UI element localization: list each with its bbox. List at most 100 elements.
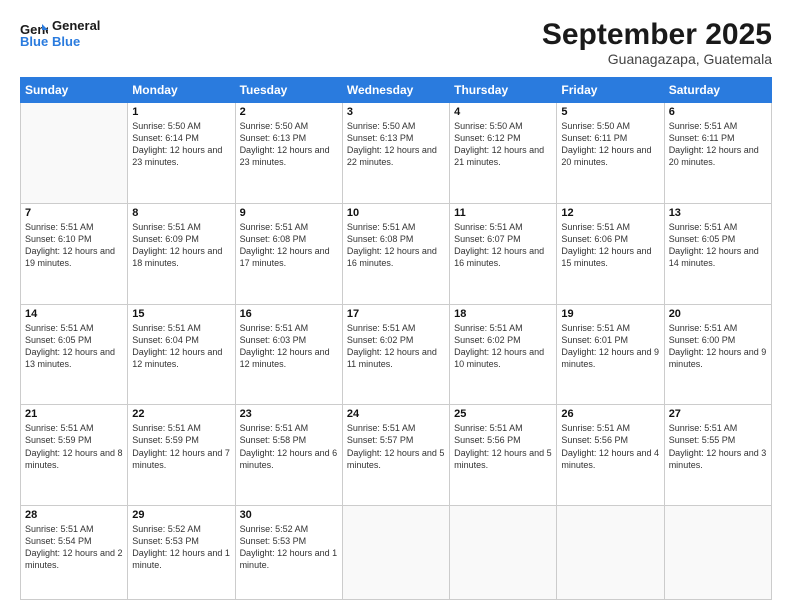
day-info: Sunrise: 5:52 AM Sunset: 5:53 PM Dayligh…	[132, 523, 230, 572]
weekday-header: Friday	[557, 78, 664, 103]
calendar-cell: 10 Sunrise: 5:51 AM Sunset: 6:08 PM Dayli…	[342, 203, 449, 304]
calendar-cell: 4Sunrise: 5:50 AM Sunset: 6:12 PM Daylig…	[450, 103, 557, 204]
calendar-cell	[342, 506, 449, 600]
day-info: Sunrise: 5:51 AM Sunset: 5:58 PM Dayligh…	[240, 422, 338, 471]
logo-line2: Blue	[52, 34, 100, 50]
day-number: 7	[25, 207, 123, 219]
day-info: Sunrise: 5:51 AM Sunset: 5:56 PM Dayligh…	[454, 422, 552, 471]
calendar-cell: 5Sunrise: 5:50 AM Sunset: 6:11 PM Daylig…	[557, 103, 664, 204]
day-info: Sunrise: 5:51 AM Sunset: 5:59 PM Dayligh…	[132, 422, 230, 471]
day-info: Sunrise: 5:50 AM Sunset: 6:13 PM Dayligh…	[240, 120, 338, 169]
day-number: 9	[240, 207, 338, 219]
calendar-cell: 18Sunrise: 5:51 AM Sunset: 6:02 PM Dayli…	[450, 304, 557, 405]
day-info: Sunrise: 5:51 AM Sunset: 6:00 PM Dayligh…	[669, 322, 767, 371]
calendar-cell: 13Sunrise: 5:51 AM Sunset: 6:05 PM Dayli…	[664, 203, 771, 304]
day-info: Sunrise: 5:51 AM Sunset: 6:05 PM Dayligh…	[25, 322, 123, 371]
day-number: 30	[240, 509, 338, 521]
day-number: 2	[240, 106, 338, 118]
weekday-header: Thursday	[450, 78, 557, 103]
weekday-header: Monday	[128, 78, 235, 103]
calendar-cell: 19 Sunrise: 5:51 AM Sunset: 6:01 PM Dayli…	[557, 304, 664, 405]
calendar-cell: 11Sunrise: 5:51 AM Sunset: 6:07 PM Dayli…	[450, 203, 557, 304]
day-number: 14	[25, 308, 123, 320]
day-number: 11	[454, 207, 552, 219]
day-number: 12	[561, 207, 659, 219]
day-info: Sunrise: 5:51 AM Sunset: 6:08 PM Dayligh…	[240, 221, 338, 270]
calendar-table: SundayMondayTuesdayWednesdayThursdayFrid…	[20, 77, 772, 600]
page: General Blue General Blue September 2025…	[0, 0, 792, 612]
calendar-cell: 1Sunrise: 5:50 AM Sunset: 6:14 PM Daylig…	[128, 103, 235, 204]
day-info: Sunrise: 5:51 AM Sunset: 6:08 PM Dayligh…	[347, 221, 445, 270]
day-number: 23	[240, 408, 338, 420]
calendar-week-row: 14 Sunrise: 5:51 AM Sunset: 6:05 PM Dayli…	[21, 304, 772, 405]
day-info: Sunrise: 5:51 AM Sunset: 5:57 PM Dayligh…	[347, 422, 445, 471]
day-info: Sunrise: 5:51 AM Sunset: 6:11 PM Dayligh…	[669, 120, 767, 169]
day-info: Sunrise: 5:51 AM Sunset: 6:04 PM Dayligh…	[132, 322, 230, 371]
day-info: Sunrise: 5:50 AM Sunset: 6:13 PM Dayligh…	[347, 120, 445, 169]
calendar-cell	[557, 506, 664, 600]
location: Guanagazapa, Guatemala	[542, 51, 772, 67]
calendar-week-row: 28Sunrise: 5:51 AM Sunset: 5:54 PM Dayli…	[21, 506, 772, 600]
logo-line1: General	[52, 18, 100, 34]
logo: General Blue General Blue	[20, 18, 100, 49]
calendar-cell: 27 Sunrise: 5:51 AM Sunset: 5:55 PM Dayli…	[664, 405, 771, 506]
day-number: 17	[347, 308, 445, 320]
day-number: 6	[669, 106, 767, 118]
weekday-header: Tuesday	[235, 78, 342, 103]
day-number: 29	[132, 509, 230, 521]
day-info: Sunrise: 5:51 AM Sunset: 6:02 PM Dayligh…	[347, 322, 445, 371]
day-number: 20	[669, 308, 767, 320]
day-number: 8	[132, 207, 230, 219]
calendar-cell: 12 Sunrise: 5:51 AM Sunset: 6:06 PM Dayli…	[557, 203, 664, 304]
day-number: 1	[132, 106, 230, 118]
title-block: September 2025 Guanagazapa, Guatemala	[542, 18, 772, 67]
day-info: Sunrise: 5:51 AM Sunset: 6:01 PM Dayligh…	[561, 322, 659, 371]
day-number: 10	[347, 207, 445, 219]
weekday-header: Wednesday	[342, 78, 449, 103]
day-info: Sunrise: 5:51 AM Sunset: 6:06 PM Dayligh…	[561, 221, 659, 270]
day-number: 25	[454, 408, 552, 420]
calendar-cell	[21, 103, 128, 204]
calendar-cell: 3 Sunrise: 5:50 AM Sunset: 6:13 PM Daylig…	[342, 103, 449, 204]
month-title: September 2025	[542, 18, 772, 51]
day-info: Sunrise: 5:51 AM Sunset: 6:03 PM Dayligh…	[240, 322, 338, 371]
calendar-cell: 29 Sunrise: 5:52 AM Sunset: 5:53 PM Dayli…	[128, 506, 235, 600]
calendar-cell: 15Sunrise: 5:51 AM Sunset: 6:04 PM Dayli…	[128, 304, 235, 405]
calendar-cell: 2 Sunrise: 5:50 AM Sunset: 6:13 PM Daylig…	[235, 103, 342, 204]
calendar-cell: 9 Sunrise: 5:51 AM Sunset: 6:08 PM Daylig…	[235, 203, 342, 304]
calendar-cell: 25 Sunrise: 5:51 AM Sunset: 5:56 PM Dayli…	[450, 405, 557, 506]
day-info: Sunrise: 5:52 AM Sunset: 5:53 PM Dayligh…	[240, 523, 338, 572]
day-number: 27	[669, 408, 767, 420]
day-number: 26	[561, 408, 659, 420]
calendar-cell: 7 Sunrise: 5:51 AM Sunset: 6:10 PM Daylig…	[21, 203, 128, 304]
day-info: Sunrise: 5:51 AM Sunset: 5:59 PM Dayligh…	[25, 422, 123, 471]
calendar-cell: 26 Sunrise: 5:51 AM Sunset: 5:56 PM Dayli…	[557, 405, 664, 506]
day-number: 19	[561, 308, 659, 320]
day-number: 28	[25, 509, 123, 521]
calendar-cell: 8 Sunrise: 5:51 AM Sunset: 6:09 PM Daylig…	[128, 203, 235, 304]
day-number: 3	[347, 106, 445, 118]
day-info: Sunrise: 5:51 AM Sunset: 6:10 PM Dayligh…	[25, 221, 123, 270]
day-info: Sunrise: 5:51 AM Sunset: 5:55 PM Dayligh…	[669, 422, 767, 471]
calendar-cell: 30 Sunrise: 5:52 AM Sunset: 5:53 PM Dayli…	[235, 506, 342, 600]
calendar-cell: 23 Sunrise: 5:51 AM Sunset: 5:58 PM Dayli…	[235, 405, 342, 506]
calendar-cell	[450, 506, 557, 600]
day-number: 4	[454, 106, 552, 118]
day-number: 22	[132, 408, 230, 420]
calendar-cell: 14 Sunrise: 5:51 AM Sunset: 6:05 PM Dayli…	[21, 304, 128, 405]
calendar-cell: 16 Sunrise: 5:51 AM Sunset: 6:03 PM Dayli…	[235, 304, 342, 405]
day-number: 24	[347, 408, 445, 420]
calendar-cell	[664, 506, 771, 600]
day-info: Sunrise: 5:51 AM Sunset: 6:09 PM Dayligh…	[132, 221, 230, 270]
calendar-cell: 28Sunrise: 5:51 AM Sunset: 5:54 PM Dayli…	[21, 506, 128, 600]
day-number: 5	[561, 106, 659, 118]
weekday-header: Saturday	[664, 78, 771, 103]
calendar-week-row: 21Sunrise: 5:51 AM Sunset: 5:59 PM Dayli…	[21, 405, 772, 506]
calendar-cell: 6 Sunrise: 5:51 AM Sunset: 6:11 PM Daylig…	[664, 103, 771, 204]
calendar-cell: 24 Sunrise: 5:51 AM Sunset: 5:57 PM Dayli…	[342, 405, 449, 506]
calendar-header-row: SundayMondayTuesdayWednesdayThursdayFrid…	[21, 78, 772, 103]
calendar-week-row: 7 Sunrise: 5:51 AM Sunset: 6:10 PM Daylig…	[21, 203, 772, 304]
weekday-header: Sunday	[21, 78, 128, 103]
day-info: Sunrise: 5:51 AM Sunset: 5:56 PM Dayligh…	[561, 422, 659, 471]
day-number: 16	[240, 308, 338, 320]
